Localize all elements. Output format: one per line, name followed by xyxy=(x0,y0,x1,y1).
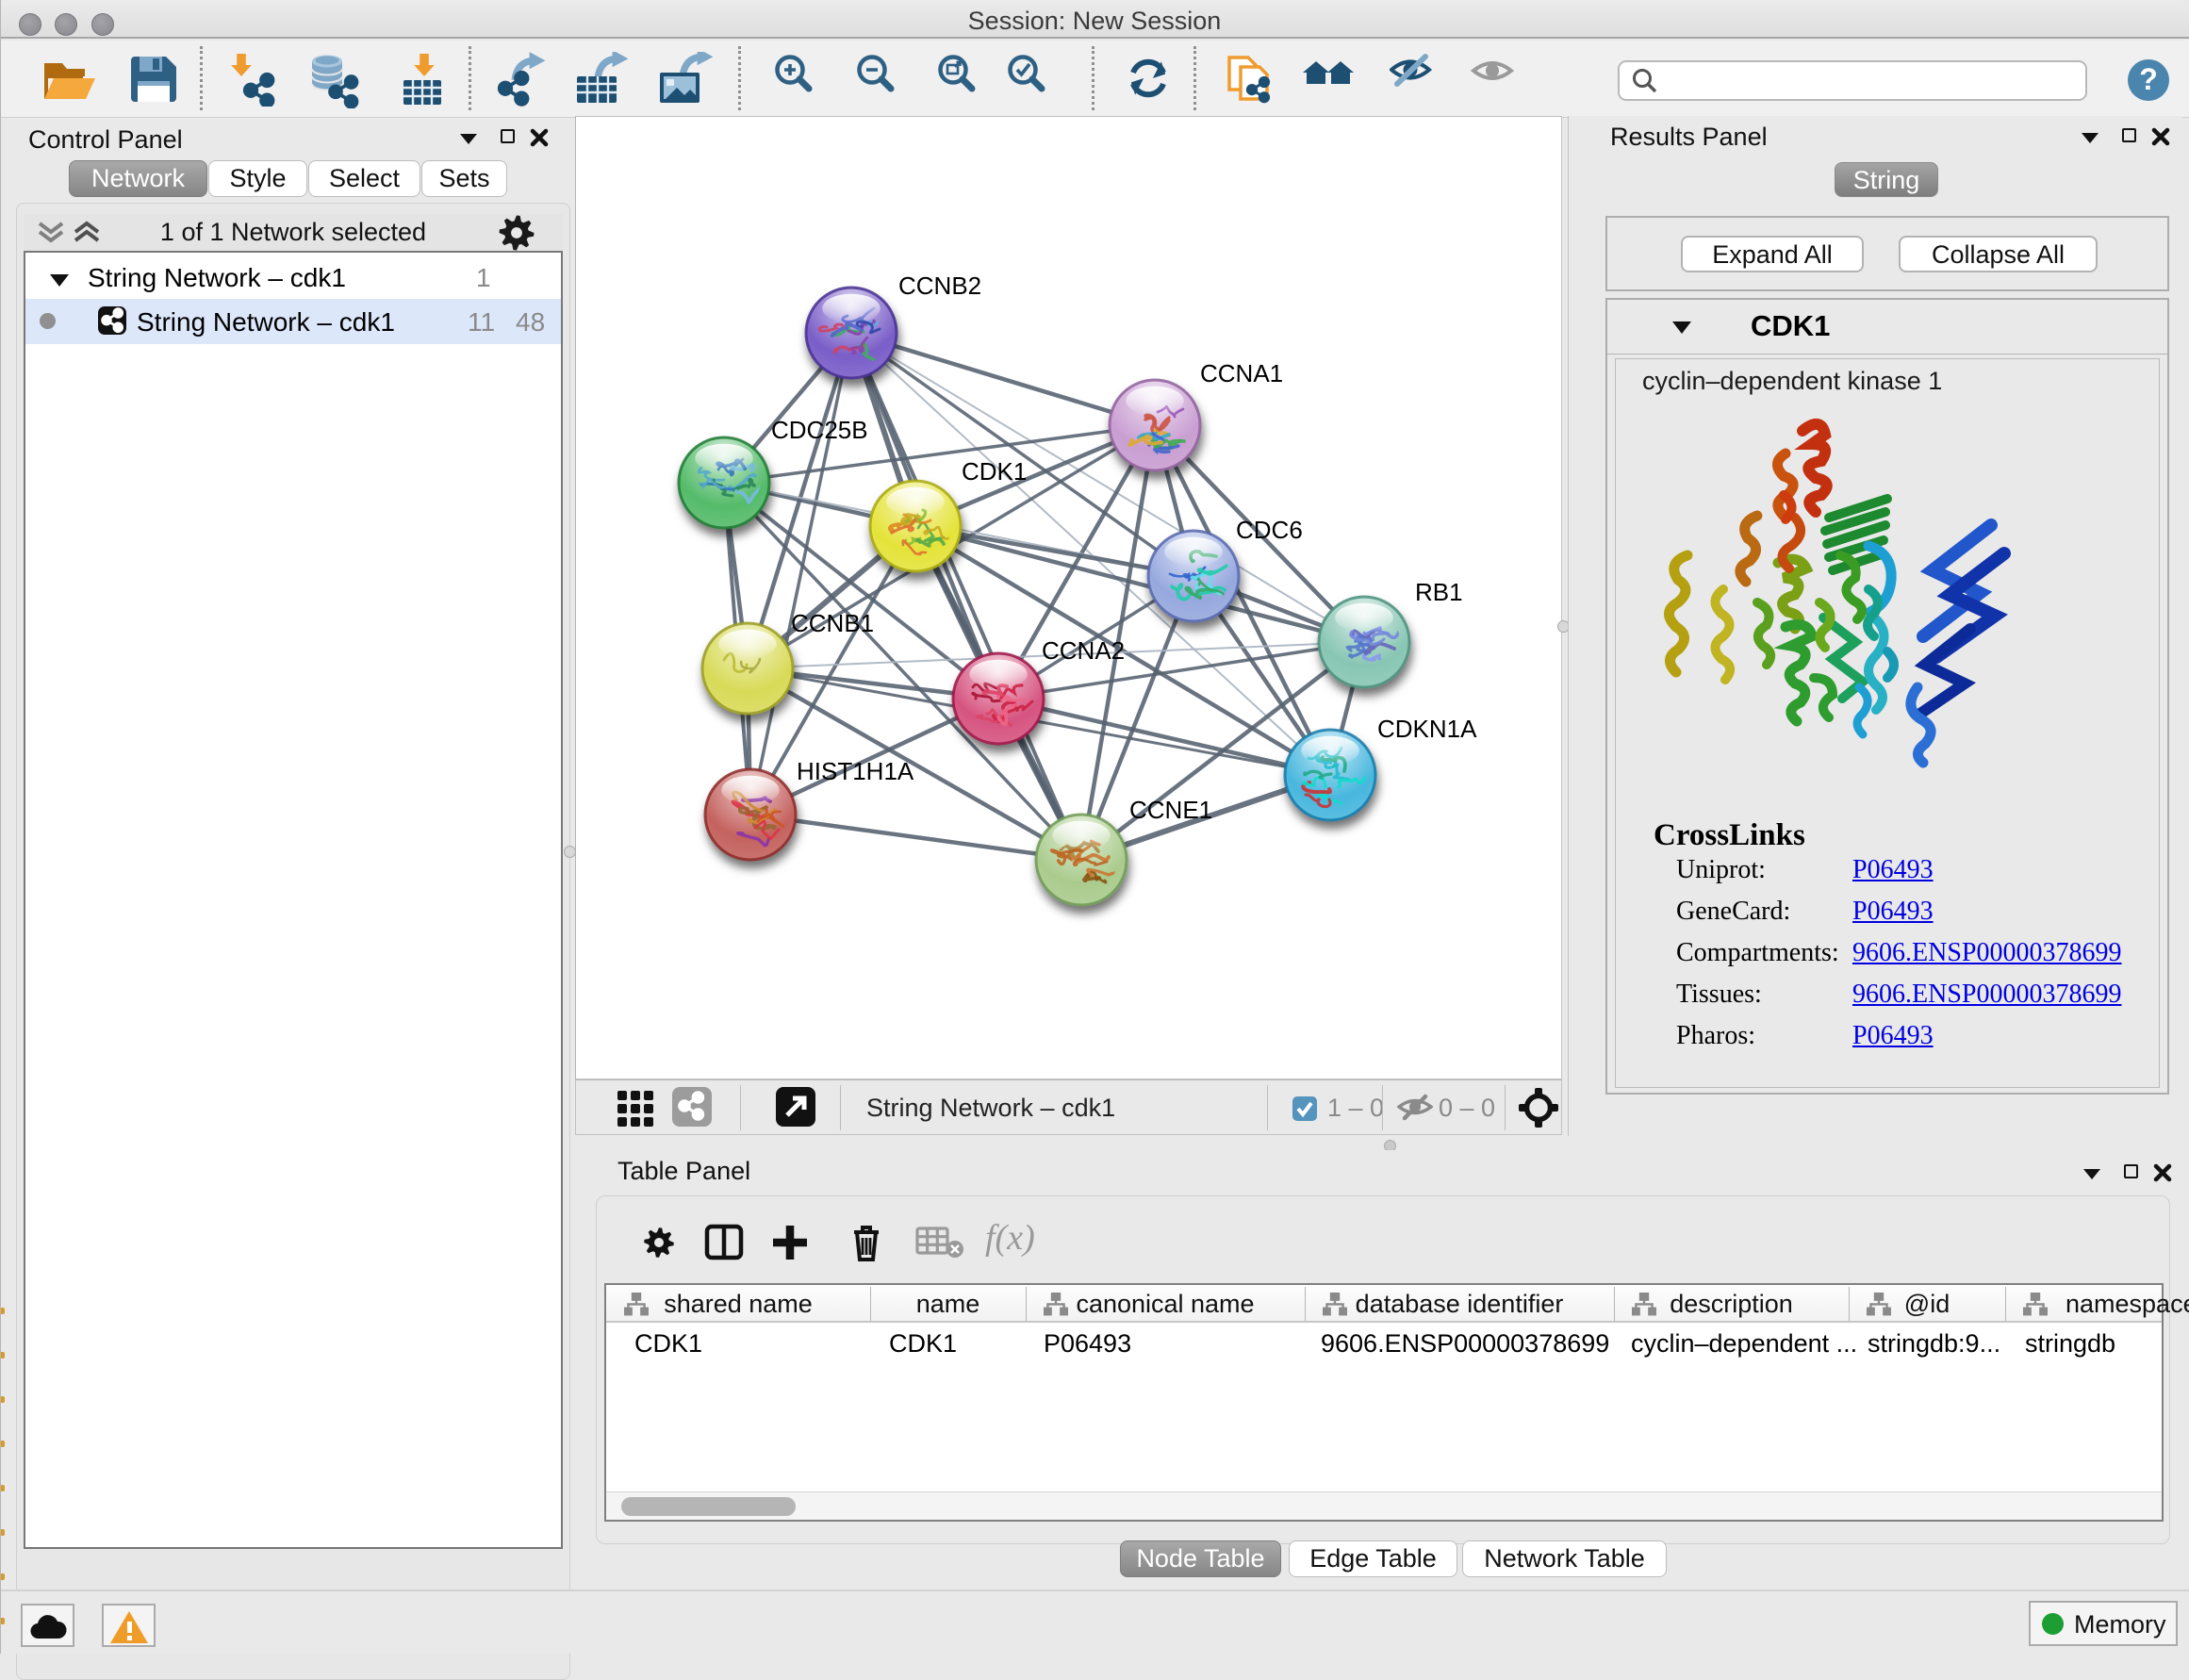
svg-text:CCNA1: CCNA1 xyxy=(1200,359,1283,387)
svg-text:CDC6: CDC6 xyxy=(1236,516,1303,544)
svg-text:CCNE1: CCNE1 xyxy=(1129,796,1212,824)
svg-text:RB1: RB1 xyxy=(1415,578,1463,606)
svg-text:CCNA2: CCNA2 xyxy=(1042,636,1125,665)
svg-text:CDC25B: CDC25B xyxy=(771,416,868,444)
svg-text:CDKN1A: CDKN1A xyxy=(1377,715,1477,743)
svg-text:CCNB2: CCNB2 xyxy=(898,272,981,300)
svg-text:CCNB1: CCNB1 xyxy=(791,609,874,637)
svg-text:?: ? xyxy=(2139,62,2158,96)
svg-text:HIST1H1A: HIST1H1A xyxy=(797,757,914,785)
svg-text:CDK1: CDK1 xyxy=(962,457,1027,486)
